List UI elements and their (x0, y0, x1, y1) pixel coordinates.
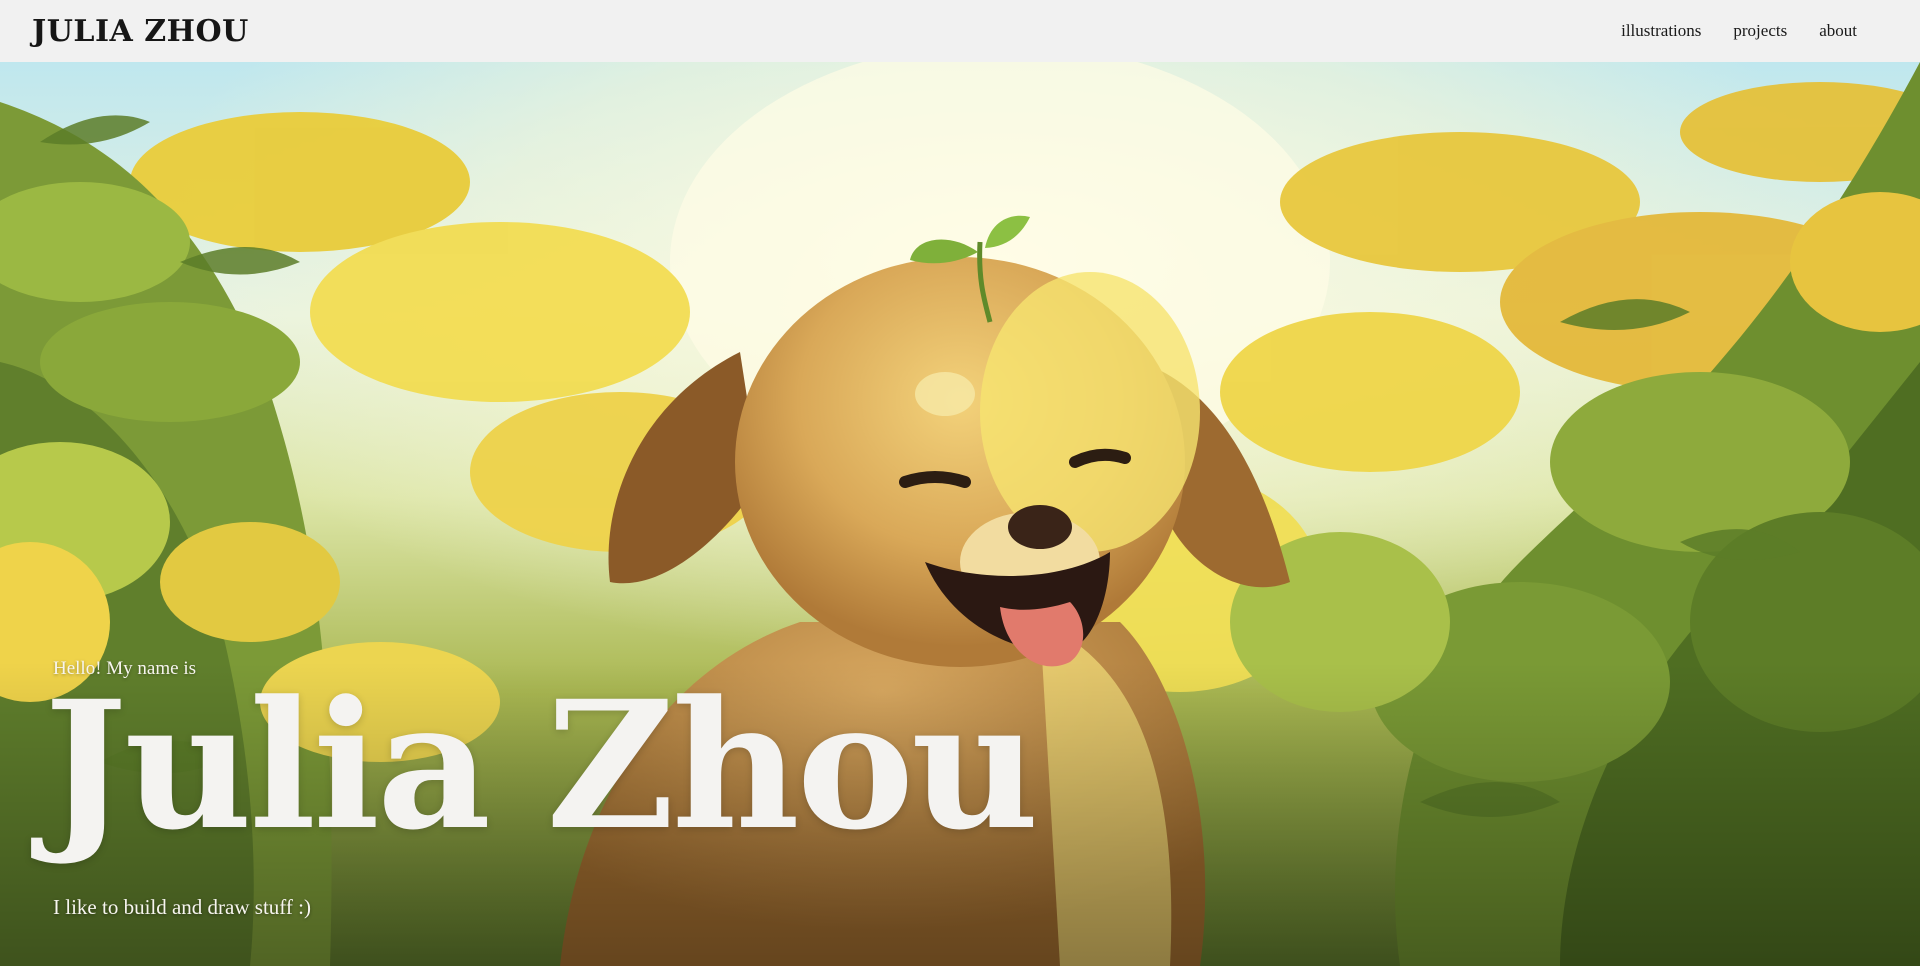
main-nav: illustrations projects about (1621, 21, 1857, 41)
nav-illustrations-link[interactable]: illustrations (1621, 21, 1701, 41)
hero-text-block: Hello! My name is Julia Zhou I like to b… (0, 62, 1920, 966)
nav-about-link[interactable]: about (1819, 21, 1857, 41)
page: JULIA ZHOU illustrations projects about (0, 0, 1920, 966)
hero-section: Hello! My name is Julia Zhou I like to b… (0, 62, 1920, 966)
nav-projects-link[interactable]: projects (1733, 21, 1787, 41)
hero-tagline: I like to build and draw stuff :) (53, 895, 311, 919)
hero-name-heading: Julia Zhou (44, 662, 1039, 869)
site-logo[interactable]: JULIA ZHOU (32, 14, 249, 49)
site-header: JULIA ZHOU illustrations projects about (0, 0, 1920, 62)
